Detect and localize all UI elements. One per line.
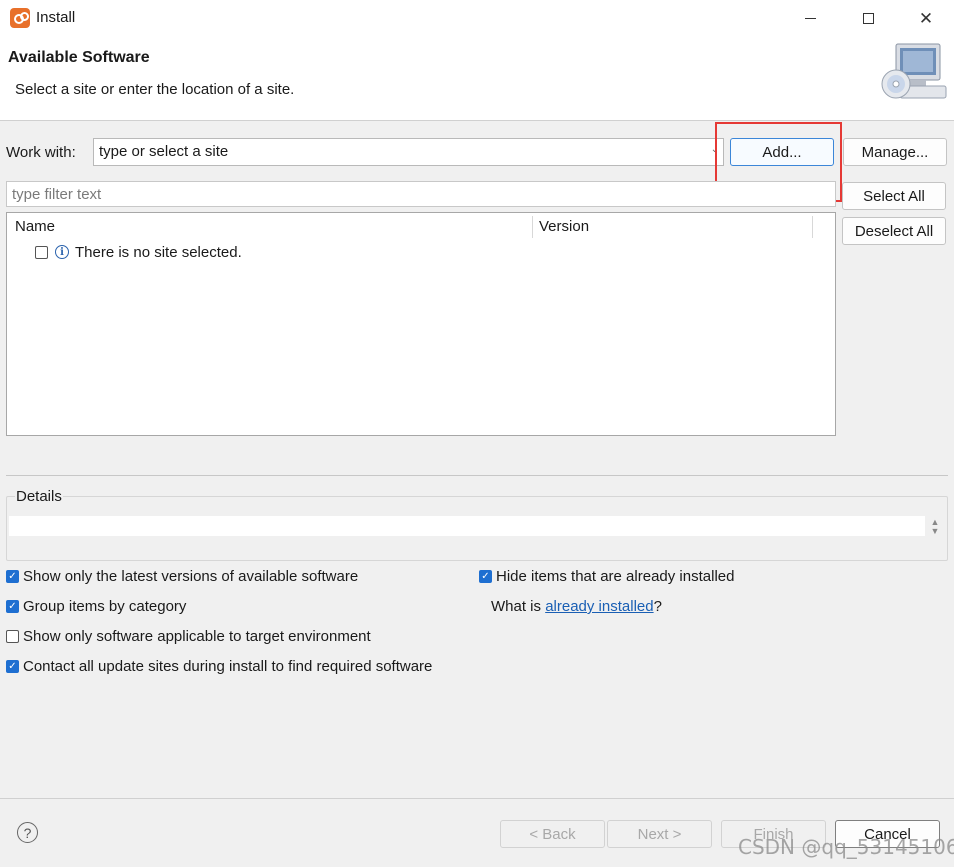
deselect-all-button[interactable]: Deselect All (842, 217, 946, 245)
column-divider (812, 216, 813, 238)
details-scroll-arrows[interactable]: ▲ ▼ (929, 518, 941, 538)
back-button[interactable]: < Back (500, 820, 605, 848)
contact-sites-checkbox[interactable]: ✓ Contact all update sites during instal… (6, 658, 432, 675)
work-with-value: type or select a site (99, 143, 229, 160)
eclipse-install-icon (10, 8, 30, 28)
group-by-category-checkbox[interactable]: ✓ Group items by category (6, 598, 186, 615)
minimize-button[interactable] (781, 0, 839, 36)
column-header-version[interactable]: Version (539, 218, 589, 235)
what-is-installed-text: What is already installed? (491, 598, 662, 615)
filter-input[interactable]: type filter text (6, 181, 836, 207)
work-with-combo[interactable]: type or select a site ⌄ (93, 138, 724, 166)
checkbox-unchecked-icon (6, 630, 19, 643)
show-latest-checkbox[interactable]: ✓ Show only the latest versions of avail… (6, 568, 358, 585)
computer-cd-icon (881, 43, 947, 99)
checkbox-checked-icon: ✓ (6, 600, 19, 613)
title-bar: Install ✕ (0, 0, 954, 36)
show-applicable-label: Show only software applicable to target … (23, 628, 371, 645)
row-name: There is no site selected. (75, 243, 242, 261)
checkbox-checked-icon: ✓ (479, 570, 492, 583)
already-installed-link[interactable]: already installed (545, 598, 653, 615)
show-applicable-checkbox[interactable]: Show only software applicable to target … (6, 628, 371, 645)
details-label: Details (15, 488, 63, 505)
work-with-label: Work with: (6, 144, 76, 161)
page-description: Select a site or enter the location of a… (15, 81, 295, 98)
what-is-prefix: What is (491, 598, 542, 615)
minimize-icon (804, 17, 816, 19)
window-title: Install (36, 9, 76, 26)
table-row[interactable]: i There is no site selected. (35, 242, 242, 262)
checkbox-checked-icon: ✓ (6, 660, 19, 673)
footer-separator (0, 798, 954, 799)
row-checkbox[interactable] (35, 245, 48, 259)
column-divider (532, 216, 533, 238)
checkbox-checked-icon: ✓ (6, 570, 19, 583)
maximize-icon (862, 12, 874, 24)
close-button[interactable]: ✕ (897, 0, 954, 36)
watermark: CSDN @qq_53145106 (738, 835, 954, 859)
manage-button[interactable]: Manage... (843, 138, 947, 166)
hide-installed-label: Hide items that are already installed (496, 568, 735, 585)
software-table[interactable]: Name Version i There is no site selected… (6, 212, 836, 436)
what-is-suffix: ? (653, 598, 662, 615)
maximize-button[interactable] (839, 0, 897, 36)
info-icon: i (55, 245, 69, 259)
hide-installed-checkbox[interactable]: ✓ Hide items that are already installed (479, 568, 734, 585)
column-header-name[interactable]: Name (15, 218, 55, 235)
group-by-category-label: Group items by category (23, 598, 187, 615)
page-title: Available Software (8, 49, 150, 66)
contact-sites-label: Contact all update sites during install … (23, 658, 433, 675)
filter-placeholder: type filter text (12, 186, 102, 203)
select-all-button[interactable]: Select All (842, 182, 946, 210)
show-latest-label: Show only the latest versions of availab… (23, 568, 359, 585)
help-icon[interactable]: ? (17, 822, 38, 843)
close-icon: ✕ (918, 8, 934, 28)
separator (6, 475, 948, 476)
wizard-banner: Available Software Select a site or ente… (0, 36, 954, 121)
next-button[interactable]: Next > (607, 820, 712, 848)
details-text[interactable] (9, 516, 925, 536)
